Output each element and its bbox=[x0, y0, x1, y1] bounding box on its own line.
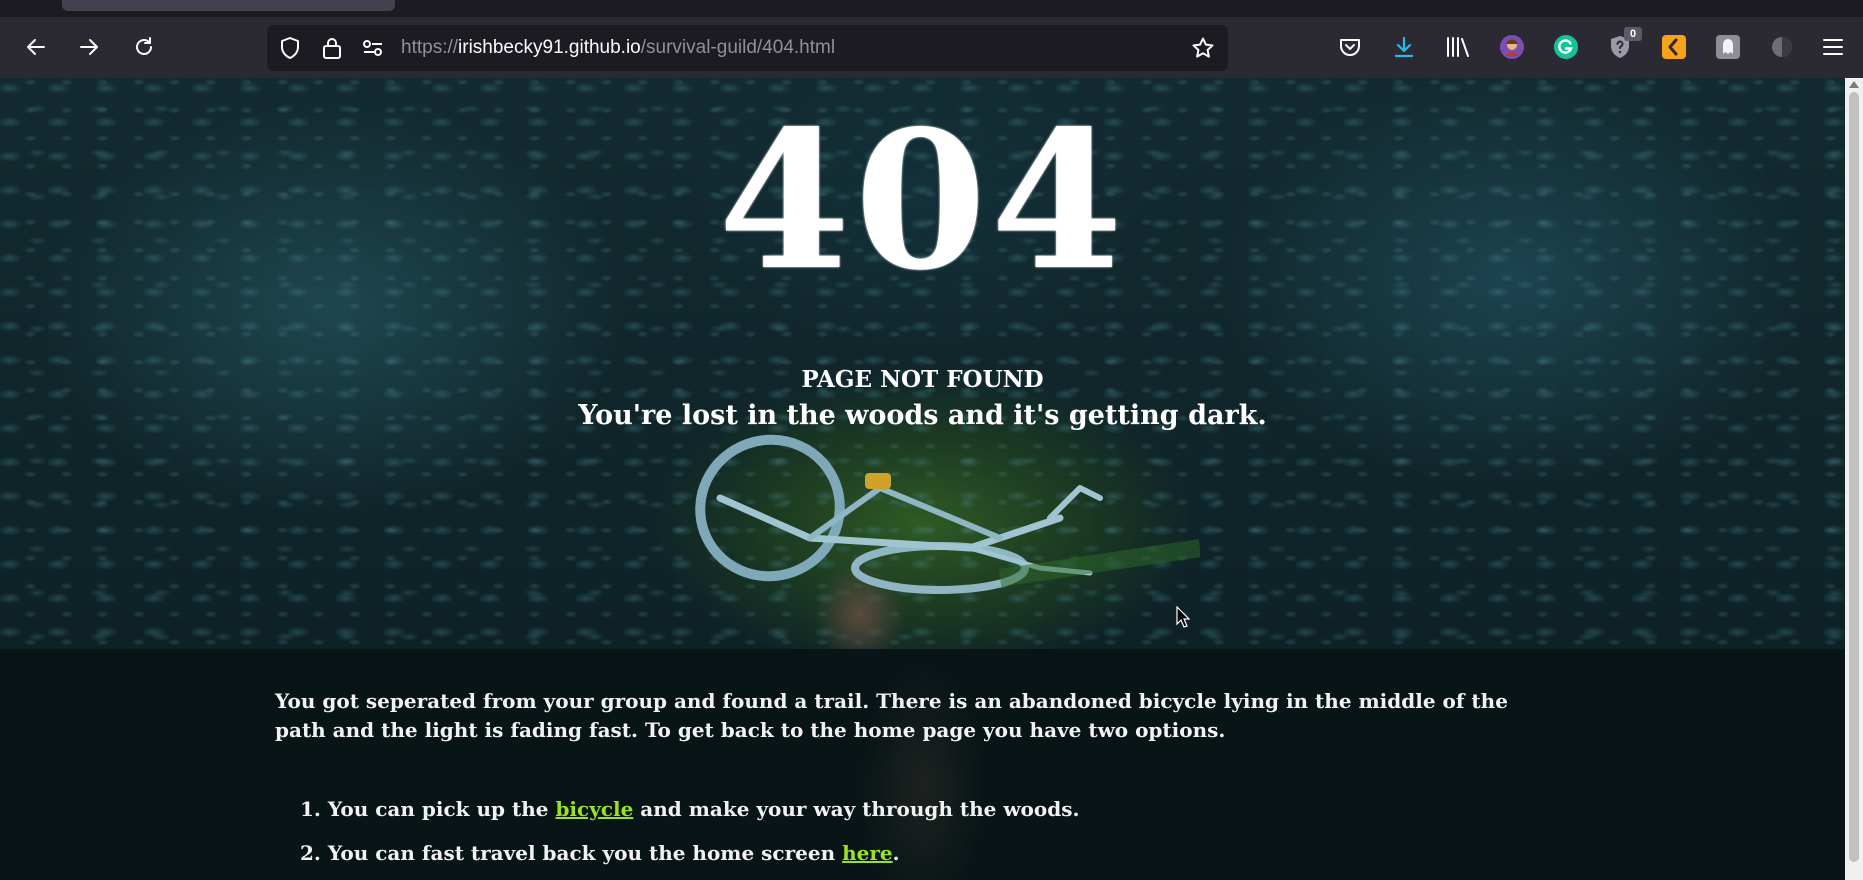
grammarly-icon bbox=[1554, 35, 1578, 59]
url-text[interactable]: https://irishbecky91.github.io/survival-… bbox=[401, 37, 835, 59]
scroll-up-arrow-icon[interactable] bbox=[1849, 81, 1859, 88]
tagline-text: You're lost in the woods and it's gettin… bbox=[578, 400, 1267, 431]
lock-icon[interactable] bbox=[321, 36, 343, 60]
extension-badge: 0 bbox=[1624, 27, 1642, 41]
list-item: 1. You can pick up the bicycle and make … bbox=[300, 795, 1500, 839]
option-text: You can pick up the bbox=[327, 797, 549, 821]
error-code-heading: 404 bbox=[718, 89, 1127, 312]
app-menu-button[interactable] bbox=[1818, 29, 1848, 65]
half-moon-icon bbox=[1772, 37, 1792, 57]
forward-button[interactable] bbox=[71, 29, 107, 65]
bicycle-illustration bbox=[695, 434, 1200, 594]
hamburger-menu-icon bbox=[1823, 39, 1843, 55]
reload-icon bbox=[136, 37, 152, 55]
list-item: 2. You can fast travel back you the home… bbox=[300, 839, 1500, 880]
home-link[interactable]: here bbox=[842, 841, 893, 865]
ghost-extension-icon bbox=[1716, 35, 1740, 59]
download-icon bbox=[1394, 36, 1414, 58]
mouse-cursor-icon bbox=[1176, 606, 1190, 628]
pocket-button[interactable] bbox=[1332, 29, 1368, 65]
reload-button[interactable] bbox=[126, 29, 162, 65]
shield-icon[interactable] bbox=[278, 36, 302, 60]
bracket-extension-icon bbox=[1662, 35, 1686, 59]
gray-extension-button[interactable] bbox=[1710, 29, 1746, 65]
bookmark-star-icon[interactable] bbox=[1191, 36, 1215, 60]
dark-mode-extension-button[interactable] bbox=[1764, 29, 1800, 65]
address-bar[interactable]: https://irishbecky91.github.io/survival-… bbox=[267, 25, 1228, 71]
url-prefix: https:// bbox=[401, 37, 459, 58]
arrow-left-icon bbox=[27, 39, 45, 55]
library-button[interactable] bbox=[1440, 29, 1476, 65]
option-text: and make your way through the woods. bbox=[640, 797, 1080, 821]
option-text: . bbox=[892, 841, 900, 865]
hero-forest-background: 404 PAGE NOT FOUND You're lost in the wo… bbox=[0, 78, 1845, 649]
orange-extension-button[interactable] bbox=[1656, 29, 1692, 65]
options-list: 1. You can pick up the bicycle and make … bbox=[300, 795, 1500, 880]
browser-toolbar: https://irishbecky91.github.io/survival-… bbox=[0, 17, 1863, 78]
bicycle-link[interactable]: bicycle bbox=[555, 797, 633, 821]
instructions-section: You got seperated from your group and fo… bbox=[0, 649, 1845, 880]
url-path: /survival-guild/404.html bbox=[640, 37, 836, 58]
grammarly-button[interactable] bbox=[1548, 29, 1584, 65]
permissions-icon[interactable] bbox=[361, 36, 385, 60]
page-viewport: 404 PAGE NOT FOUND You're lost in the wo… bbox=[0, 78, 1845, 880]
option-number: 2. bbox=[300, 841, 321, 865]
pocket-icon bbox=[1340, 39, 1360, 56]
extension-avatar-button[interactable] bbox=[1494, 29, 1530, 65]
option-text: You can fast travel back you the home sc… bbox=[327, 841, 836, 865]
url-host: irishbecky91.github.io bbox=[458, 37, 641, 58]
option-number: 1. bbox=[300, 797, 321, 821]
tab[interactable] bbox=[62, 0, 395, 11]
arrow-right-icon bbox=[80, 39, 98, 55]
privacy-extension-button[interactable]: 0 bbox=[1602, 27, 1642, 65]
downloads-button[interactable] bbox=[1386, 29, 1422, 65]
page-not-found-heading: PAGE NOT FOUND bbox=[801, 366, 1044, 393]
vertical-scrollbar[interactable] bbox=[1845, 78, 1863, 880]
avatar-icon bbox=[1500, 35, 1524, 59]
back-button[interactable] bbox=[18, 29, 54, 65]
library-icon bbox=[1447, 37, 1469, 57]
intro-paragraph: You got seperated from your group and fo… bbox=[275, 689, 1508, 742]
scroll-thumb[interactable] bbox=[1849, 92, 1859, 862]
tab-strip bbox=[0, 0, 1863, 17]
